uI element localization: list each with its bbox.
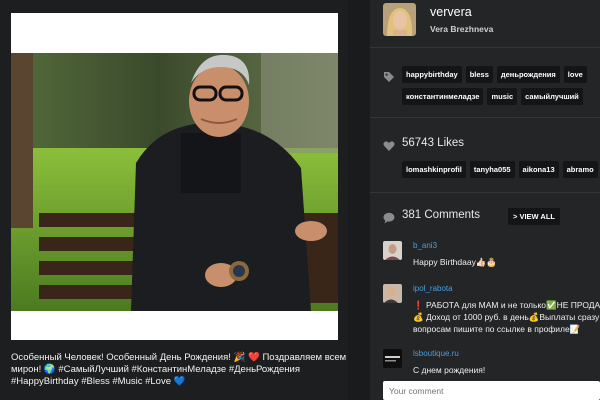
caption-line: Особенный Человек! Особенный День Рожден…: [11, 352, 347, 363]
hashtag-chip[interactable]: bless: [465, 66, 493, 83]
comment-text: ❗ РАБОТА для МАМ и не только✅НЕ ПРОДАЖ 💰…: [413, 299, 600, 335]
divider: [370, 47, 600, 48]
divider: [370, 192, 600, 193]
comments-count: 381 Comments: [402, 209, 480, 221]
post-panel: Особенный Человек! Особенный День Рожден…: [0, 0, 348, 400]
comment-line: ❗ РАБОТА для МАМ и не только✅НЕ ПРОДАЖ: [413, 300, 600, 310]
tag-list: happybirthday bless деньрождения love конста…: [402, 66, 600, 110]
liker-list: lomashkinprofil tanyha055 aikona13 abramo: [402, 161, 600, 183]
avatar-image: [383, 3, 416, 36]
commenter-username[interactable]: ipol_rabota: [413, 284, 453, 293]
heart-icon: [383, 139, 395, 151]
caption-line: мирон! 🌍 #СамыйЛучший #КонстантинМеладзе…: [11, 364, 300, 375]
caption-line: #HappyBirthday #Bless #Music #Love 💙: [11, 376, 186, 387]
comment-input[interactable]: [383, 381, 600, 400]
hashtag-chip[interactable]: happybirthday: [402, 66, 462, 83]
comment-line: вопросам пишите по ссылке в профиле📝: [413, 324, 581, 334]
profile-username[interactable]: ververa: [430, 5, 472, 19]
post-caption: Особенный Человек! Особенный День Рожден…: [11, 352, 347, 388]
tag-icon: [383, 70, 395, 82]
liker-chip[interactable]: aikona13: [518, 161, 559, 178]
comment-item: b_ani3 Happy Birthdaay👍🏻🎂: [383, 241, 600, 271]
commenter-avatar[interactable]: [383, 349, 402, 368]
comment-item: lsboutique.ru С днем рождения!: [383, 349, 600, 377]
comment-line: 💰 Доход от 1000 руб. в день💰Выплаты сраз…: [413, 312, 600, 322]
comment-text: Happy Birthdaay👍🏻🎂: [413, 257, 498, 267]
comment-text: С днем рождения!: [413, 365, 486, 375]
view-all-comments-button[interactable]: > VIEW ALL: [508, 208, 561, 225]
commenter-username[interactable]: b_ani3: [413, 241, 437, 250]
post-photo[interactable]: [11, 53, 338, 311]
hashtag-chip[interactable]: константинмеладзе: [402, 88, 484, 105]
hashtag-chip[interactable]: деньрождения: [496, 66, 560, 83]
liker-chip[interactable]: abramo: [562, 161, 598, 178]
post-image-frame[interactable]: [11, 13, 338, 340]
divider: [370, 117, 600, 118]
profile-full-name: Vera Brezhneva: [430, 24, 494, 34]
profile-avatar[interactable]: [383, 3, 416, 36]
likes-count: 56743 Likes: [402, 137, 465, 149]
post-photo-illustration: [11, 53, 338, 311]
post-meta-panel: ververa Vera Brezhneva happybirthday bles…: [370, 0, 600, 400]
hashtag-chip[interactable]: love: [563, 66, 587, 83]
hashtag-chip[interactable]: music: [487, 88, 518, 105]
comment-item: ipol_rabota ❗ РАБОТА для МАМ и не только…: [383, 284, 600, 334]
hashtag-chip[interactable]: самыйлучший: [521, 88, 583, 105]
commenter-username[interactable]: lsboutique.ru: [413, 349, 459, 358]
liker-chip[interactable]: lomashkinprofil: [402, 161, 466, 178]
liker-chip[interactable]: tanyha055: [469, 161, 515, 178]
speech-bubble-icon: [383, 211, 395, 224]
commenter-avatar[interactable]: [383, 241, 402, 260]
commenter-avatar[interactable]: [383, 284, 402, 303]
